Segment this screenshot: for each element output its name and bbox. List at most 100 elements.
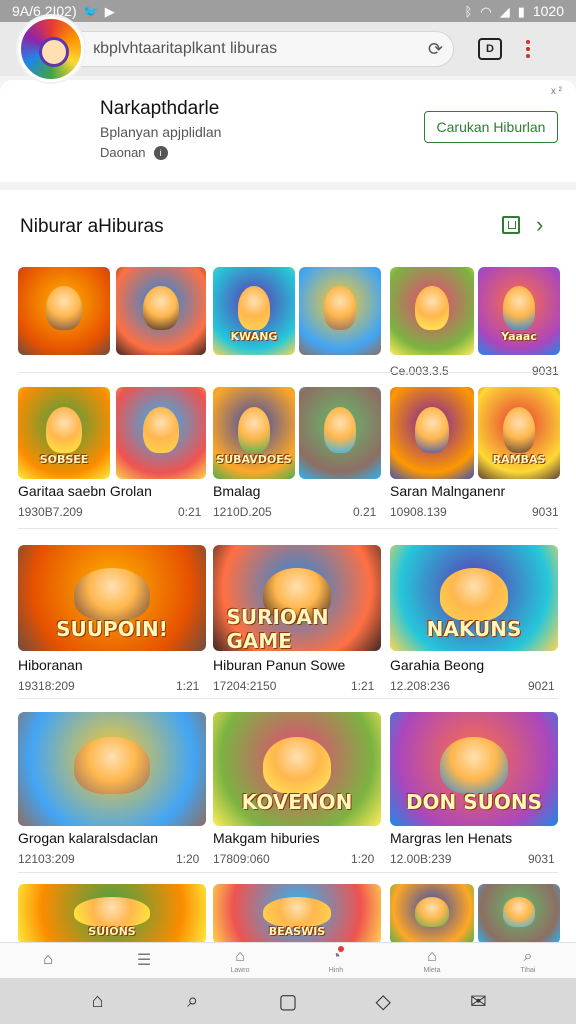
game-meta: 1:21 bbox=[176, 679, 200, 693]
youtube-icon: ▶ bbox=[104, 3, 115, 19]
game-meta: 1930B7.209 bbox=[18, 505, 83, 519]
app-meta: Daonan i bbox=[100, 145, 168, 160]
game-thumbnail[interactable] bbox=[390, 387, 474, 479]
game-character-art bbox=[440, 568, 508, 622]
nav-bookmark[interactable]: ⌂ Lawro bbox=[192, 943, 288, 978]
game-thumbnail[interactable]: DON SUONS bbox=[390, 712, 558, 826]
square-icon[interactable]: ▢ bbox=[270, 989, 306, 1014]
bluetooth-icon: ᛒ bbox=[464, 3, 473, 19]
game-thumbnail[interactable]: BEASWIS bbox=[213, 884, 381, 944]
nav-apps[interactable]: ⌂ Mleta bbox=[384, 943, 480, 978]
search-icon: ⌕ bbox=[523, 947, 533, 965]
game-character-art bbox=[45, 407, 83, 454]
game-thumbnail[interactable]: KOVENON bbox=[213, 712, 381, 826]
nav-search[interactable]: ⌕ Tihai bbox=[480, 943, 576, 978]
game-meta: 1210D.205 bbox=[213, 505, 272, 519]
game-thumbnail[interactable] bbox=[116, 387, 206, 479]
chevron-right-icon[interactable]: › bbox=[536, 212, 543, 238]
reload-icon[interactable]: ⟳ bbox=[428, 39, 443, 60]
section-title: Niburar aHiburas bbox=[20, 216, 164, 237]
game-thumbnail[interactable]: RAMBAS bbox=[478, 387, 560, 479]
game-title-art: SUBAVDOES bbox=[216, 453, 292, 467]
row-divider bbox=[18, 872, 558, 873]
twitter-icon: 🐦 bbox=[82, 3, 99, 19]
tabs-button[interactable]: D bbox=[478, 38, 502, 60]
app-bottom-nav: ⌂ ☰ ⌂ Lawro ◔ Hinh ⌂ Mleta ⌕ Tihai bbox=[0, 942, 576, 978]
game-meta: Ce.003.3.5 bbox=[390, 364, 449, 378]
game-title[interactable]: Bmalag bbox=[213, 483, 260, 499]
game-thumbnail[interactable]: SOBSEE bbox=[18, 387, 110, 479]
game-character-art bbox=[74, 737, 150, 795]
game-title[interactable]: Garitaa saebn Grolan bbox=[18, 483, 152, 499]
game-title[interactable]: Hiboranan bbox=[18, 657, 83, 673]
game-thumbnail[interactable] bbox=[116, 267, 206, 355]
close-ad-icon[interactable]: x ² bbox=[551, 86, 562, 97]
game-title-art: Yaaac bbox=[501, 330, 537, 344]
game-character-art bbox=[74, 568, 150, 622]
row-divider bbox=[18, 698, 558, 699]
game-character-art bbox=[74, 897, 150, 928]
nav-notifications[interactable]: ◔ Hinh bbox=[288, 943, 384, 978]
game-character-art bbox=[502, 407, 536, 454]
home-icon[interactable]: ⌂ bbox=[80, 990, 116, 1013]
nav-label: Hinh bbox=[328, 966, 344, 974]
game-thumbnail[interactable]: SUIONS bbox=[18, 884, 206, 944]
game-thumbnail[interactable] bbox=[478, 884, 560, 944]
game-character-art bbox=[440, 737, 508, 795]
game-title[interactable]: Hiburan Panun Sowe bbox=[213, 657, 345, 673]
game-thumbnail[interactable]: Yaaac bbox=[478, 267, 560, 355]
game-title-art: SUUPOIN! bbox=[56, 616, 168, 641]
game-thumbnail[interactable]: KWANG bbox=[213, 267, 295, 355]
game-meta: 1:20 bbox=[176, 852, 200, 866]
game-meta: 17204:2150 bbox=[213, 679, 277, 693]
nav-list[interactable]: ☰ bbox=[96, 943, 192, 978]
game-thumbnail[interactable] bbox=[299, 267, 381, 355]
row-divider bbox=[18, 528, 558, 529]
game-meta: 19318:209 bbox=[18, 679, 75, 693]
game-thumbnail[interactable] bbox=[390, 267, 474, 355]
bookmark-icon[interactable] bbox=[502, 216, 520, 234]
install-button[interactable]: Carukan Hiburlan bbox=[424, 111, 558, 143]
game-title[interactable]: Grogan kalaralsdaclan bbox=[18, 830, 158, 846]
game-title[interactable]: Garahia Beong bbox=[390, 657, 484, 673]
app-name: Narkapthdarle bbox=[100, 98, 220, 119]
row-divider bbox=[18, 372, 558, 373]
game-thumbnail[interactable] bbox=[390, 884, 474, 944]
search-icon[interactable]: ⌕ bbox=[175, 990, 211, 1013]
game-thumbnail[interactable] bbox=[18, 267, 110, 355]
game-thumbnail[interactable]: SUBAVDOES bbox=[213, 387, 295, 479]
url-input[interactable] bbox=[85, 40, 428, 58]
game-meta: 9031 bbox=[532, 505, 559, 519]
game-thumbnail[interactable]: SURIOAN GAME bbox=[213, 545, 381, 651]
diamond-icon[interactable]: ◇ bbox=[365, 989, 401, 1014]
game-thumbnail[interactable]: SUUPOIN! bbox=[18, 545, 206, 651]
game-title[interactable]: Makgam hiburies bbox=[213, 830, 320, 846]
game-character-art bbox=[143, 407, 179, 454]
nav-label: Lawro bbox=[230, 966, 250, 974]
game-title[interactable]: Margras len Henats bbox=[390, 830, 512, 846]
info-icon[interactable]: i bbox=[153, 145, 168, 160]
game-character-art bbox=[323, 407, 357, 454]
url-bar[interactable]: ⌕ ⟳ bbox=[64, 31, 454, 67]
overflow-menu-icon[interactable] bbox=[526, 40, 530, 58]
nav-label: Mleta bbox=[423, 966, 441, 974]
game-title-art: KOVENON bbox=[241, 790, 353, 815]
game-character-art bbox=[323, 286, 357, 331]
game-thumbnail[interactable] bbox=[18, 712, 206, 826]
game-thumbnail[interactable]: NAKUNS bbox=[390, 545, 558, 651]
home-icon: ⌂ bbox=[43, 951, 53, 968]
game-character-art bbox=[143, 286, 179, 331]
bookmark-icon: ⌂ bbox=[235, 947, 245, 965]
game-character-art bbox=[502, 286, 536, 331]
app-logo bbox=[18, 16, 84, 82]
game-title-art: BEASWIS bbox=[268, 924, 326, 938]
game-meta: 12.208:236 bbox=[390, 679, 451, 693]
status-right-text: 1020 bbox=[532, 3, 564, 19]
apps-icon: ⌂ bbox=[427, 947, 437, 965]
game-title[interactable]: Saran Malnganenr bbox=[390, 483, 505, 499]
game-thumbnail[interactable] bbox=[299, 387, 381, 479]
mail-icon[interactable]: ✉ bbox=[460, 989, 496, 1014]
nav-home[interactable]: ⌂ bbox=[0, 943, 96, 978]
game-meta: 0.21 bbox=[353, 505, 377, 519]
game-meta: 9031 bbox=[532, 364, 559, 378]
